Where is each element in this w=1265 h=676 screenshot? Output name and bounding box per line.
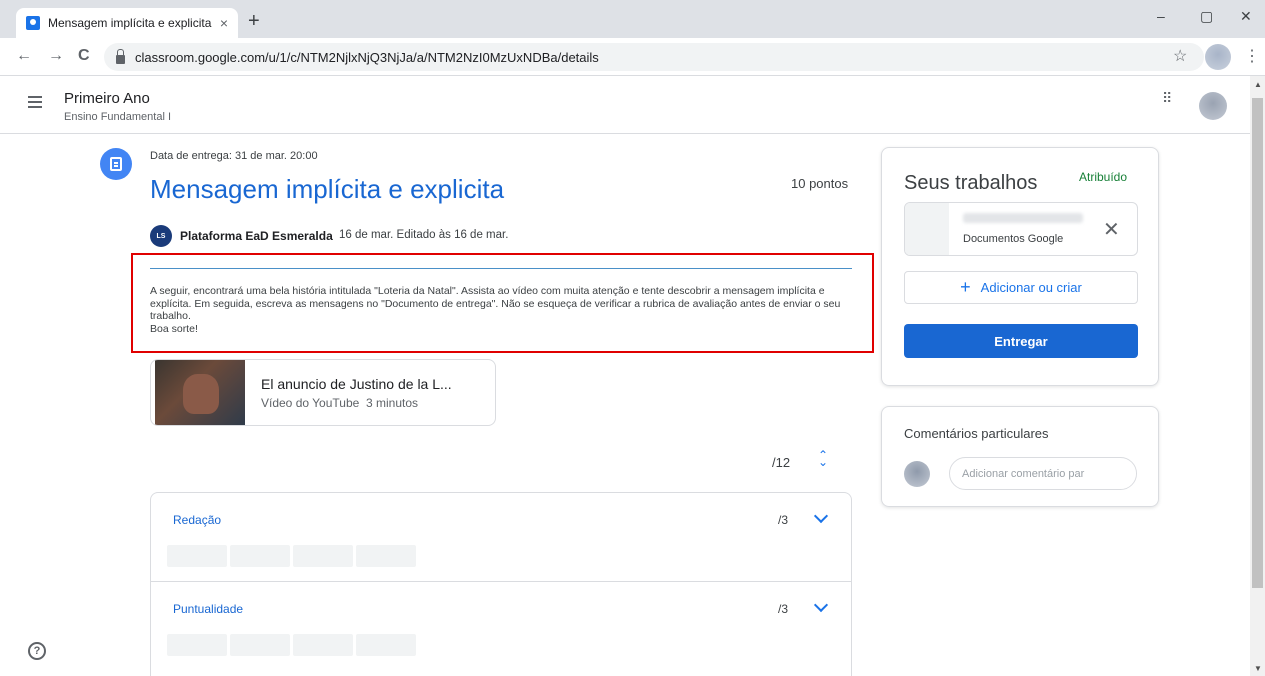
new-tab-button[interactable]: + (248, 10, 260, 33)
document-type: Documentos Google (963, 233, 1064, 245)
description-closing: Boa sorte! (150, 322, 198, 335)
minimize-button[interactable]: – (1157, 8, 1165, 24)
rubric-expand-toggle-icon[interactable]: ⌃ ⌄ (818, 449, 828, 468)
your-work-card: Seus trabalhos Atribuído Documentos Goog… (881, 147, 1159, 386)
author-name: Plataforma EaD Esmeralda (180, 229, 333, 243)
hamburger-menu-icon[interactable] (28, 96, 42, 108)
remove-attachment-icon[interactable]: ✕ (1103, 217, 1120, 242)
status-badge: Atribuído (1079, 170, 1128, 184)
video-meta: Vídeo do YouTube 3 minutos (261, 396, 418, 410)
criterion-levels (167, 545, 416, 567)
submit-button[interactable]: Entregar (904, 324, 1138, 358)
classroom-header: Primeiro Ano Ensino Fundamental I ⠿ (0, 76, 1250, 134)
tab-close-icon[interactable]: × (220, 15, 228, 31)
rubric-criterion[interactable]: Redação /3 (151, 493, 851, 581)
help-icon[interactable]: ? (28, 642, 46, 660)
url-bar[interactable]: classroom.google.com/u/1/c/NTM2NjlxNjQ3N… (104, 43, 1204, 71)
scroll-up-arrow-icon[interactable]: ▲ (1254, 80, 1262, 89)
private-comments-title: Comentários particulares (904, 426, 1049, 441)
browser-profile-avatar[interactable] (1205, 44, 1231, 70)
address-bar-row: ← → C classroom.google.com/u/1/c/NTM2Njl… (0, 38, 1265, 76)
google-apps-icon[interactable]: ⠿ (1162, 91, 1172, 105)
clipboard-icon (110, 157, 122, 171)
bookmark-star-icon[interactable]: ☆ (1173, 46, 1187, 66)
description-text: A seguir, encontrará uma bela história i… (150, 285, 841, 322)
criterion-name[interactable]: Puntualidade (173, 602, 243, 616)
input-mask (1100, 459, 1136, 489)
criterion-name[interactable]: Redação (173, 513, 221, 527)
url-text: classroom.google.com/u/1/c/NTM2NjlxNjQ3N… (135, 49, 599, 65)
due-date: Data de entrega: 31 de mar. 20:00 (150, 150, 318, 162)
post-date: 16 de mar. Editado às 16 de mar. (339, 229, 509, 241)
assignment-icon (100, 148, 132, 180)
level-cell (293, 545, 353, 567)
video-duration: 3 minutos (366, 396, 419, 410)
class-section: Ensino Fundamental I (64, 111, 172, 123)
page-scrollbar[interactable]: ▲ ▼ (1250, 76, 1265, 676)
level-cell (293, 634, 353, 656)
chevron-down-icon[interactable] (813, 597, 829, 613)
assignment-description: A seguir, encontrará uma bela história i… (150, 285, 860, 335)
classroom-favicon-icon (26, 16, 40, 30)
tab-title: Mensagem implícita e explicita (48, 16, 212, 30)
attached-document[interactable]: Documentos Google ✕ (904, 202, 1138, 256)
level-cell (230, 545, 290, 567)
chevron-down-icon[interactable] (813, 508, 829, 524)
level-cell (167, 545, 227, 567)
plus-icon: + (960, 277, 971, 297)
criterion-score: /3 (778, 602, 789, 616)
rubric-total: /12 (772, 455, 791, 470)
private-comments-card: Comentários particulares Adicionar comen… (881, 406, 1159, 507)
youtube-attachment[interactable]: El anuncio de Justino de la L... Vídeo d… (150, 359, 496, 426)
description-divider (150, 268, 852, 269)
commenter-avatar (904, 461, 930, 487)
points: 10 pontos (791, 176, 849, 191)
criterion-levels (167, 634, 416, 656)
your-work-title: Seus trabalhos (904, 172, 1038, 194)
browser-tab[interactable]: Mensagem implícita e explicita × (16, 8, 238, 38)
browser-tab-strip: Mensagem implícita e explicita × + – ▢ ✕ (0, 0, 1265, 38)
reload-icon[interactable]: C (78, 47, 90, 65)
level-cell (167, 634, 227, 656)
scroll-thumb[interactable] (1252, 98, 1263, 588)
rubric-criterion[interactable]: Puntualidade /3 (151, 581, 851, 669)
restore-button[interactable]: ▢ (1200, 8, 1213, 25)
criterion-score: /3 (778, 513, 789, 527)
assignment-title: Mensagem implícita e explicita (150, 174, 505, 204)
forward-icon[interactable]: → (48, 47, 64, 65)
comment-placeholder: Adicionar comentário par (962, 467, 1085, 480)
browser-menu-icon[interactable]: ⋮ (1244, 46, 1260, 66)
level-cell (356, 545, 416, 567)
back-icon[interactable]: ← (16, 47, 32, 65)
window-close-button[interactable]: ✕ (1240, 8, 1252, 25)
rubric: Redação /3 Puntualidade /3 (150, 492, 852, 676)
add-or-create-label: Adicionar ou criar (980, 280, 1082, 295)
account-avatar[interactable] (1199, 92, 1227, 120)
scroll-down-arrow-icon[interactable]: ▼ (1254, 664, 1262, 673)
class-name[interactable]: Primeiro Ano (64, 90, 150, 107)
level-cell (230, 634, 290, 656)
document-name-blurred[interactable] (963, 213, 1083, 223)
private-comment-input[interactable]: Adicionar comentário par (949, 457, 1137, 490)
video-thumbnail[interactable] (155, 360, 245, 425)
lock-icon (116, 48, 125, 64)
author-avatar: LS (150, 225, 172, 247)
add-or-create-button[interactable]: + Adicionar ou criar (904, 271, 1138, 304)
video-title[interactable]: El anuncio de Justino de la L... (261, 376, 452, 392)
level-cell (356, 634, 416, 656)
video-source: Vídeo do YouTube (261, 396, 360, 410)
document-thumbnail[interactable] (905, 203, 949, 255)
